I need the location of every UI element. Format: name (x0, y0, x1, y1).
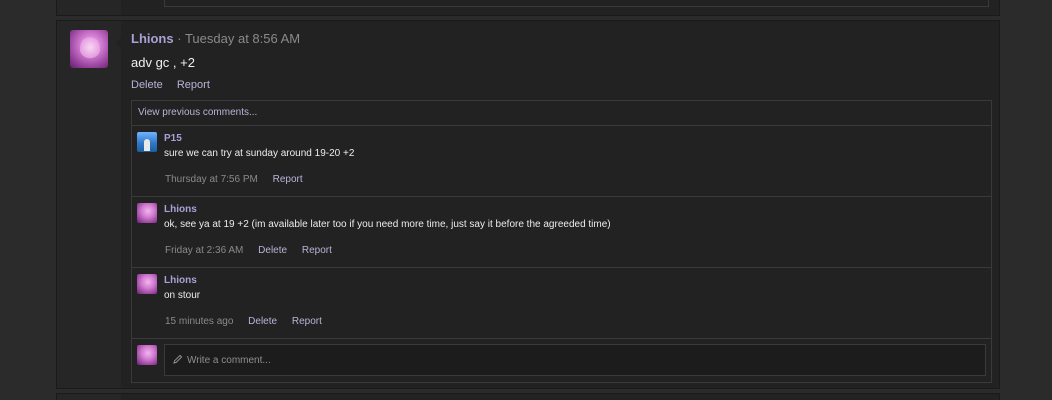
next-post (56, 393, 1000, 400)
previous-post (56, 0, 1000, 16)
post-sidebar (57, 21, 121, 388)
view-previous-comments-link[interactable]: View previous comments... (132, 101, 991, 126)
post-header: Lhions · Tuesday at 8:56 AM (131, 31, 990, 47)
comment-content: Lhions ok, see ya at 19 +2 (im available… (164, 203, 983, 231)
avatar[interactable] (137, 132, 157, 152)
comment-text: ok, see ya at 19 +2 (im available later … (164, 219, 611, 230)
comment-time[interactable]: Thursday at 7:56 PM (165, 174, 258, 185)
comment-meta: Friday at 2:36 AM Delete Report (165, 245, 344, 257)
previous-post-comments-box (164, 0, 989, 7)
previous-post-sidebar (57, 0, 121, 15)
post-actions: Delete Report (131, 79, 990, 92)
comments-section: View previous comments... P15 sure we ca… (131, 100, 992, 383)
comment-item: Lhions ok, see ya at 19 +2 (im available… (132, 197, 991, 268)
write-comment-placeholder: Write a comment... (187, 355, 271, 366)
comment-item: Lhions on stour 15 minutes ago Delete Re… (132, 268, 991, 339)
avatar[interactable] (137, 203, 157, 223)
post-separator: · (177, 31, 182, 46)
write-comment-row: Write a comment... (132, 339, 991, 382)
post-username[interactable]: Lhions (131, 31, 174, 46)
comment-username[interactable]: Lhions (164, 203, 983, 216)
report-button[interactable]: Report (273, 174, 303, 185)
delete-button[interactable]: Delete (131, 79, 163, 91)
avatar (137, 345, 157, 365)
comment-content: Lhions on stour (164, 274, 983, 302)
delete-button[interactable]: Delete (258, 245, 287, 256)
report-button[interactable]: Report (177, 79, 210, 91)
comment-username[interactable]: Lhions (164, 274, 983, 287)
comment-time[interactable]: Friday at 2:36 AM (165, 245, 243, 256)
avatar[interactable] (137, 274, 157, 294)
delete-button[interactable]: Delete (248, 316, 277, 327)
post-body: Lhions · Tuesday at 8:56 AM adv gc , +2 … (131, 31, 990, 92)
profile-post: Lhions · Tuesday at 8:56 AM adv gc , +2 … (56, 20, 1000, 389)
next-post-sidebar (57, 394, 121, 400)
report-button[interactable]: Report (292, 316, 322, 327)
post-text: adv gc , +2 (131, 55, 195, 70)
comment-text: on stour (164, 290, 201, 301)
comment-text: sure we can try at sunday around 19-20 +… (164, 148, 355, 159)
report-button[interactable]: Report (302, 245, 332, 256)
post-timestamp[interactable]: Tuesday at 8:56 AM (185, 31, 300, 46)
write-comment-input[interactable]: Write a comment... (164, 344, 986, 376)
comment-content: P15 sure we can try at sunday around 19-… (164, 132, 983, 160)
comment-time[interactable]: 15 minutes ago (165, 316, 233, 327)
comment-item: P15 sure we can try at sunday around 19-… (132, 126, 991, 197)
profile-posts-page: Lhions · Tuesday at 8:56 AM adv gc , +2 … (0, 0, 1052, 400)
avatar[interactable] (70, 30, 108, 68)
comment-meta: Thursday at 7:56 PM Report (165, 174, 315, 186)
pencil-icon (173, 345, 183, 375)
comment-username[interactable]: P15 (164, 132, 983, 145)
avatar-face (80, 36, 100, 62)
comment-meta: 15 minutes ago Delete Report (165, 316, 334, 328)
